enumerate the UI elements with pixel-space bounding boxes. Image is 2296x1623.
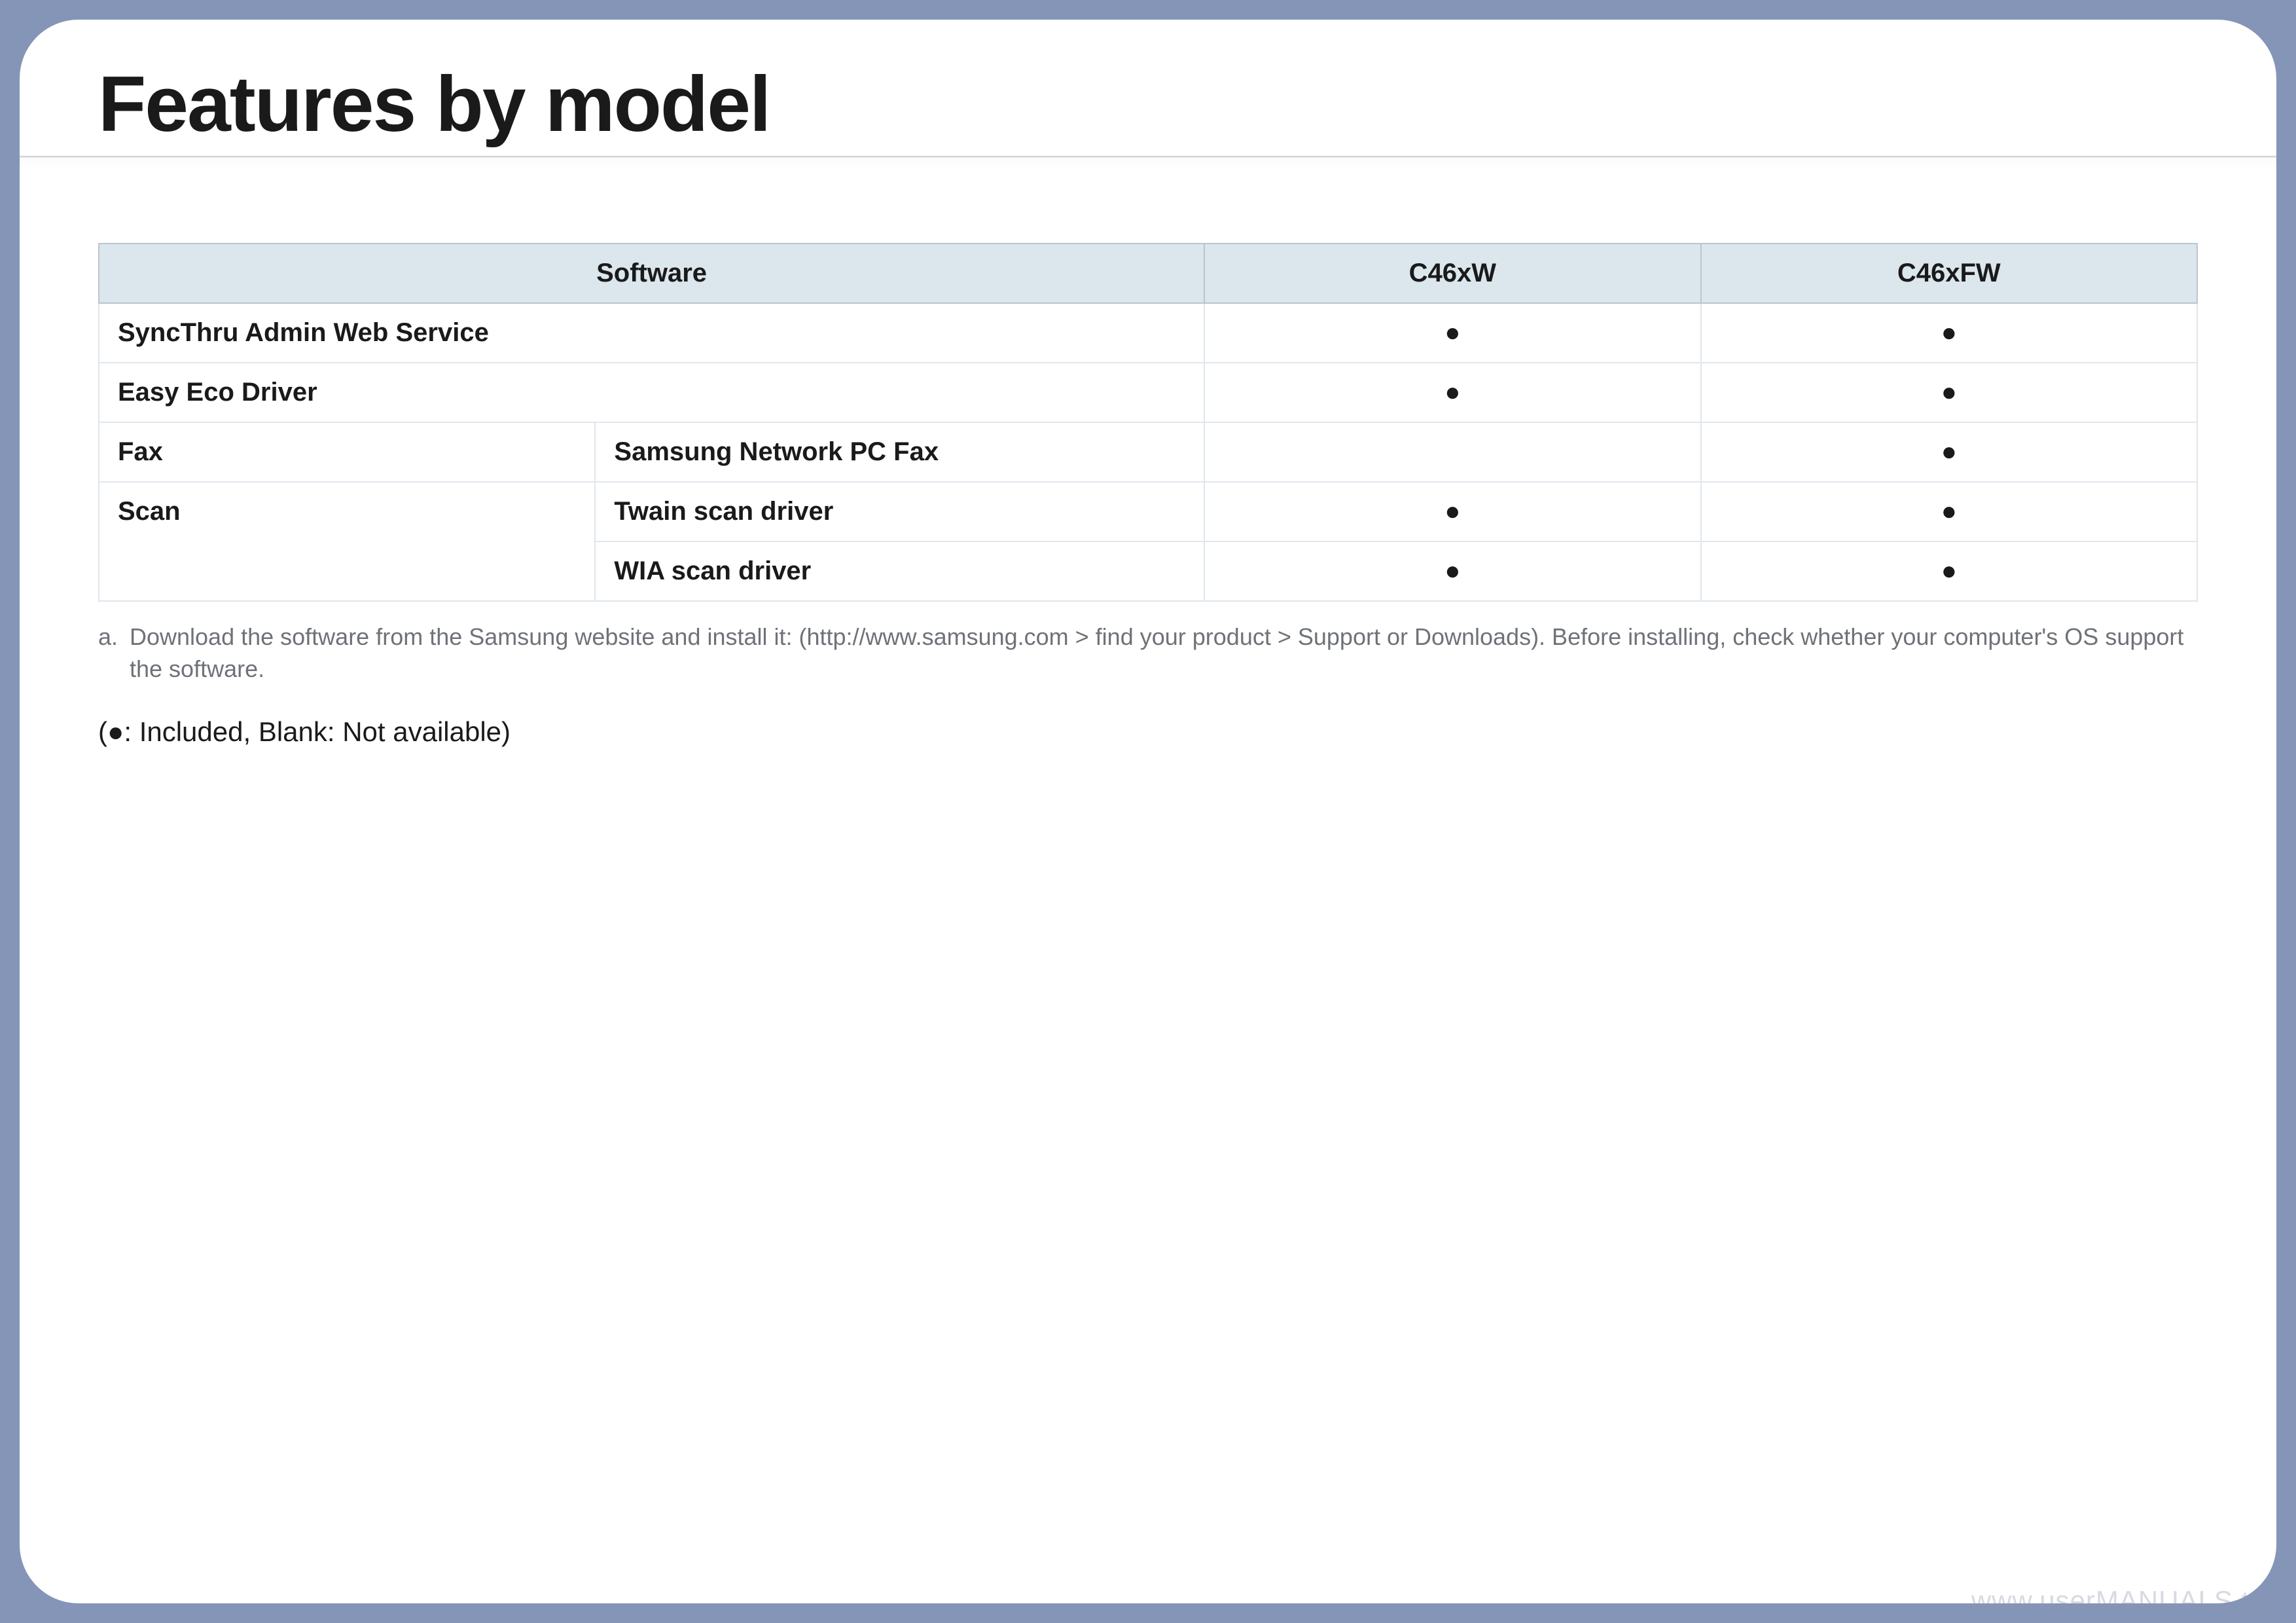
- page-content: Features by model Software C46xW C46xFW …: [20, 20, 2276, 787]
- table-row: Easy Eco Driver ● ●: [99, 363, 2197, 422]
- footnote-marker: a.: [98, 621, 130, 653]
- feature-mark-c46xfw: ●: [1701, 363, 2197, 422]
- footnote-text: Download the software from the Samsung w…: [130, 623, 2183, 682]
- feature-name: Easy Eco Driver: [99, 363, 1204, 422]
- feature-mark-c46xw: [1204, 422, 1700, 482]
- feature-mark-c46xw: ●: [1204, 541, 1700, 601]
- feature-mark-c46xfw: ●: [1701, 482, 2197, 541]
- page-frame: Features by model Software C46xW C46xFW …: [20, 20, 2276, 1603]
- table-row: SyncThru Admin Web Service ● ●: [99, 303, 2197, 363]
- feature-category: Scan: [99, 482, 595, 601]
- header-model-c46xfw: C46xFW: [1701, 244, 2197, 303]
- feature-mark-c46xfw: ●: [1701, 422, 2197, 482]
- table-header-row: Software C46xW C46xFW: [99, 244, 2197, 303]
- feature-name: Twain scan driver: [595, 482, 1204, 541]
- feature-mark-c46xw: ●: [1204, 303, 1700, 363]
- page-title: Features by model: [98, 59, 2198, 156]
- feature-mark-c46xfw: ●: [1701, 303, 2197, 363]
- legend: (●: Included, Blank: Not available): [98, 716, 2198, 748]
- feature-mark-c46xw: ●: [1204, 482, 1700, 541]
- feature-name: WIA scan driver: [595, 541, 1204, 601]
- header-model-c46xw: C46xW: [1204, 244, 1700, 303]
- feature-name: SyncThru Admin Web Service: [99, 303, 1204, 363]
- table-row: Scan Twain scan driver ● ●: [99, 482, 2197, 541]
- feature-mark-c46xw: ●: [1204, 363, 1700, 422]
- footnote: a.Download the software from the Samsung…: [98, 621, 2198, 685]
- features-table: Software C46xW C46xFW SyncThru Admin Web…: [98, 243, 2198, 602]
- feature-mark-c46xfw: ●: [1701, 541, 2197, 601]
- table-row: Fax Samsung Network PC Fax ●: [99, 422, 2197, 482]
- header-software: Software: [99, 244, 1204, 303]
- watermark: www.userMANUALS.tech: [1971, 1585, 2296, 1616]
- feature-name: Samsung Network PC Fax: [595, 422, 1204, 482]
- feature-category: Fax: [99, 422, 595, 482]
- title-divider: [20, 156, 2276, 158]
